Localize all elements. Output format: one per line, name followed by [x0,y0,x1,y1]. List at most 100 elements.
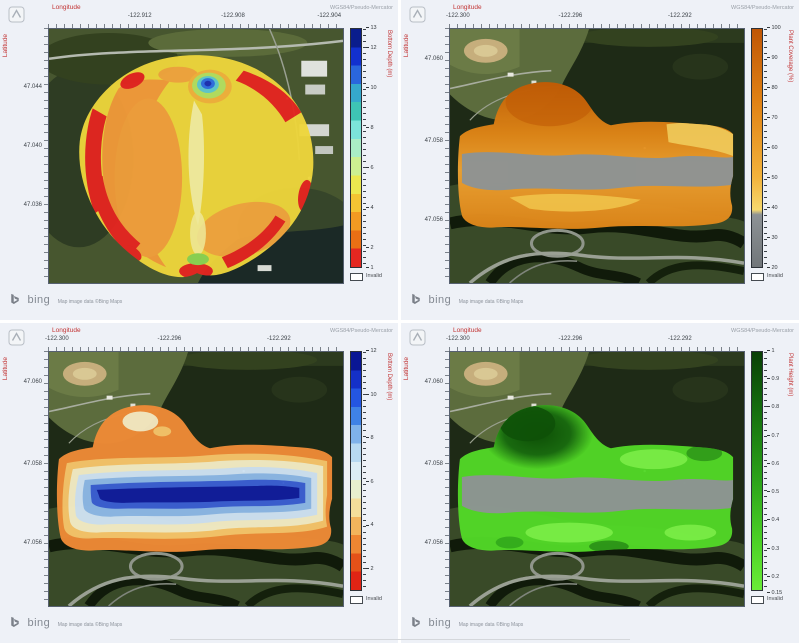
colorbar-tick: 12 [366,348,377,354]
colorbar-title: Plant Height (m) [787,353,793,396]
invalid-label: Invalid [366,273,382,279]
colorbar-tick: 1 [767,348,775,354]
colorbar-tick: 2 [366,566,374,572]
map-attribution: bing Map image data ©Bing Maps [8,614,122,630]
map-canvas-lake-depth[interactable] [48,28,344,284]
x-axis-ticks: -122.300 -122.296 -122.292 [449,336,745,345]
colorbar-gradient [351,29,361,267]
bing-logo-text: bing [27,294,50,306]
x-tick: -122.912 [128,13,152,19]
attribution-credit: Map image data ©Bing Maps [58,622,123,628]
colorbar-tick: 0.4 [767,517,779,523]
colorbar-tick: 13 [366,25,377,31]
colorbar-tick: 20 [767,265,778,271]
satellite-map-graphic [450,352,744,606]
colorbar-title: Bottom Depth (m) [386,353,392,400]
colorbar-tick: 100 [767,25,781,31]
panel-plant-height-river: Longitude WGS84/Pseudo-Mercator Latitude… [401,323,799,643]
map-attribution: bing Map image data ©Bing Maps [409,291,523,307]
map-attribution: bing Map image data ©Bing Maps [8,291,122,307]
y-tick: 47.058 [24,461,42,467]
x-tick: -122.292 [668,336,692,342]
x-tick: -122.300 [45,336,69,342]
bing-logo-icon [8,293,21,306]
colorbar [751,28,763,268]
x-axis-title: Longitude [52,4,81,11]
x-axis-title: Longitude [453,4,482,11]
colorbar-tick: 2 [366,245,374,251]
colorbar-gradient [752,29,762,267]
y-tick: 47.060 [425,56,443,62]
projection-label: WGS84/Pseudo-Mercator [330,328,393,334]
colorbar [350,351,362,591]
view-orientation-icon[interactable] [409,329,426,346]
colorbar-tick: 10 [366,85,377,91]
colorbar-tick: 90 [767,55,778,61]
colorbar-gradient [752,352,762,590]
invalid-swatch [751,273,764,281]
colorbar-tick: 80 [767,85,778,91]
invalid-label: Invalid [767,273,783,279]
invalid-swatch [350,273,363,281]
map-canvas-river-depth[interactable] [48,351,344,607]
y-tick: 47.058 [425,461,443,467]
colorbar-tick: 0.7 [767,433,779,439]
colorbar-tick: 1 [366,265,374,271]
map-canvas-plant-height[interactable] [449,351,745,607]
invalid-swatch [751,596,764,604]
y-tick: 47.036 [24,202,42,208]
x-axis-ticks: -122.912 -122.908 -122.904 [48,13,344,22]
y-tick: 47.058 [425,138,443,144]
x-tick: -122.296 [559,13,583,19]
y-tick: 47.056 [24,540,42,546]
map-attribution: bing Map image data ©Bing Maps [409,614,523,630]
y-axis-ticks: 47.060 47.058 47.056 [401,28,446,284]
colorbar-tick: 30 [767,235,778,241]
bing-logo-text: bing [27,617,50,629]
view-orientation-icon[interactable] [8,6,25,23]
colorbar-tick: 8 [366,125,374,131]
x-axis-title: Longitude [453,327,482,334]
x-tick: -122.904 [317,13,341,19]
x-axis-ticks: -122.300 -122.296 -122.292 [48,336,344,345]
colorbar-tick: 70 [767,115,778,121]
y-axis-ticks: 47.060 47.058 47.056 [0,351,45,607]
x-tick: -122.296 [559,336,583,342]
satellite-map-graphic [450,29,744,283]
colorbar [350,28,362,268]
colorbar-tick: 60 [767,145,778,151]
panel-plant-coverage-river: Longitude WGS84/Pseudo-Mercator Latitude… [401,0,799,320]
invalid-swatch [350,596,363,604]
x-axis-title: Longitude [52,327,81,334]
view-orientation-icon[interactable] [8,329,25,346]
map-canvas-plant-coverage[interactable] [449,28,745,284]
colorbar-tick: 40 [767,205,778,211]
projection-label: WGS84/Pseudo-Mercator [731,5,794,11]
y-tick: 47.060 [24,379,42,385]
x-tick: -122.296 [158,336,182,342]
x-tick: -122.908 [221,13,245,19]
colorbar-tick: 0.2 [767,574,779,580]
panel-bottom-depth-lake: Longitude WGS84/Pseudo-Mercator Latitude… [0,0,398,320]
invalid-label: Invalid [767,596,783,602]
x-tick: -122.292 [267,336,291,342]
satellite-map-graphic [49,352,343,606]
y-axis-ticks: 47.060 47.058 47.056 [401,351,446,607]
view-orientation-icon[interactable] [409,6,426,23]
x-tick: -122.300 [446,336,470,342]
invalid-label: Invalid [366,596,382,602]
y-tick: 47.056 [425,540,443,546]
panel-bottom-depth-river: Longitude WGS84/Pseudo-Mercator Latitude… [0,323,398,643]
colorbar-title: Plant Coverage (%) [787,30,793,82]
projection-label: WGS84/Pseudo-Mercator [731,328,794,334]
x-tick: -122.292 [668,13,692,19]
attribution-credit: Map image data ©Bing Maps [58,299,123,305]
colorbar-tick: 0.8 [767,404,779,410]
y-tick: 47.056 [425,217,443,223]
bing-logo-icon [8,616,21,629]
colorbar-tick: 8 [366,435,374,441]
bing-logo-icon [409,293,422,306]
colorbar-tick: 6 [366,165,374,171]
x-tick: -122.300 [446,13,470,19]
bing-logo-text: bing [428,294,451,306]
